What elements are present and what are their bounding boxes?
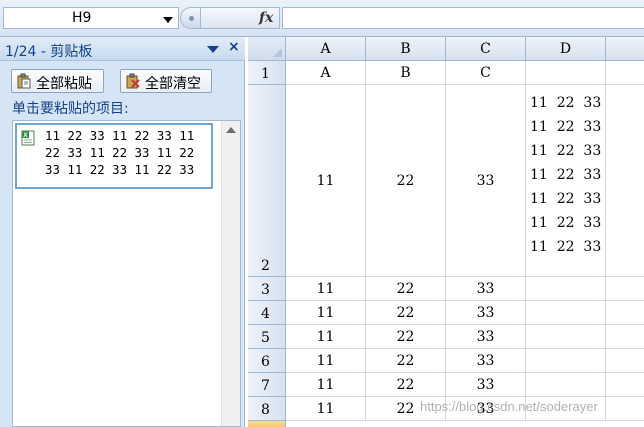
cell-c4[interactable]: 33 (446, 301, 526, 325)
row-header-4[interactable]: 4 (248, 301, 286, 325)
name-box-value: H9 (72, 10, 92, 26)
cell-a6[interactable]: 11 (286, 349, 366, 373)
cell-e2[interactable] (606, 85, 644, 277)
excel-icon: X (21, 130, 35, 146)
cell-a2[interactable]: 11 (286, 85, 366, 277)
formula-bar: H9 fx (0, 0, 644, 37)
paste-all-label: 全部粘贴 (36, 76, 92, 92)
name-box-dropdown-icon[interactable] (163, 17, 173, 23)
insert-function-button[interactable]: fx (200, 7, 280, 29)
row-header-9[interactable] (248, 421, 286, 427)
clear-all-label: 全部清空 (145, 76, 201, 92)
cell-c7[interactable]: 33 (446, 373, 526, 397)
scroll-up-icon[interactable] (226, 127, 236, 133)
pane-options-dropdown-icon[interactable] (207, 46, 219, 53)
clipboard-prompt: 单击要粘贴的项目: (12, 101, 129, 117)
cell-a3[interactable]: 11 (286, 277, 366, 301)
cell-c1[interactable]: C (446, 61, 526, 85)
clipboard-scrollbar[interactable] (221, 121, 240, 426)
cell-c6[interactable]: 33 (446, 349, 526, 373)
cell-d3[interactable] (526, 277, 606, 301)
select-all-button[interactable] (248, 37, 286, 61)
cell-e1[interactable] (606, 61, 644, 85)
cell-a1[interactable]: A (286, 61, 366, 85)
cell-d4[interactable] (526, 301, 606, 325)
splitter-handle-icon (189, 16, 194, 21)
column-header-d[interactable]: D (526, 37, 606, 61)
row-header-2[interactable]: 2 (248, 85, 286, 277)
fx-icon: fx (259, 10, 274, 26)
row-header-6[interactable]: 6 (248, 349, 286, 373)
cell-e8[interactable] (606, 397, 644, 421)
row-header-8[interactable]: 8 (248, 397, 286, 421)
cell-e7[interactable] (606, 373, 644, 397)
column-header-c[interactable]: C (446, 37, 526, 61)
cell-c3[interactable]: 33 (446, 277, 526, 301)
cell-e6[interactable] (606, 349, 644, 373)
cell-b2[interactable]: 22 (366, 85, 446, 277)
clipboard-pane-title: 1/24 - 剪贴板 (5, 44, 93, 60)
cell-b6[interactable]: 22 (366, 349, 446, 373)
cell-b7[interactable]: 22 (366, 373, 446, 397)
column-header-e[interactable] (606, 37, 644, 61)
cell-a8[interactable]: 11 (286, 397, 366, 421)
cell-d2[interactable]: 11 22 33 11 22 33 11 22 33 11 22 33 11 2… (526, 85, 606, 277)
paste-all-button[interactable]: 全部粘贴 (11, 69, 104, 93)
cell-c2[interactable]: 33 (446, 85, 526, 277)
row-header-5[interactable]: 5 (248, 325, 286, 349)
select-all-triangle-icon (273, 48, 282, 57)
clear-all-button[interactable]: 全部清空 (120, 69, 212, 93)
cell-b5[interactable]: 22 (366, 325, 446, 349)
clipboard-item-list: X 11 22 33 11 22 33 11 22 33 11 22 33 11… (12, 120, 241, 427)
cell-a4[interactable]: 11 (286, 301, 366, 325)
cell-d6[interactable] (526, 349, 606, 373)
row-header-3[interactable]: 3 (248, 277, 286, 301)
cell-d7[interactable] (526, 373, 606, 397)
clipboard-item-text: 11 22 33 11 22 33 11 22 33 11 22 33 11 2… (45, 128, 195, 177)
cell-b4[interactable]: 22 (366, 301, 446, 325)
formula-input[interactable] (282, 7, 644, 29)
clipboard-item[interactable]: X 11 22 33 11 22 33 11 22 33 11 22 33 11… (15, 123, 213, 189)
column-header-b[interactable]: B (366, 37, 446, 61)
clipboard-pane: 1/24 - 剪贴板 × 全部粘贴 全部清空 单击要粘贴的项目: X 11 22… (0, 37, 245, 427)
name-box[interactable]: H9 (3, 7, 179, 29)
row-header-7[interactable]: 7 (248, 373, 286, 397)
watermark: https://blog.csdn.net/soderayer (420, 399, 598, 414)
cell-e5[interactable] (606, 325, 644, 349)
cell-d5[interactable] (526, 325, 606, 349)
column-header-a[interactable]: A (286, 37, 366, 61)
clear-all-icon (126, 73, 140, 89)
cell-b3[interactable]: 22 (366, 277, 446, 301)
formula-bar-splitter[interactable] (180, 7, 200, 29)
cell-c5[interactable]: 33 (446, 325, 526, 349)
cell-e4[interactable] (606, 301, 644, 325)
cell-e3[interactable] (606, 277, 644, 301)
cell-d1[interactable] (526, 61, 606, 85)
paste-all-icon (17, 73, 31, 89)
row-header-1[interactable]: 1 (248, 61, 286, 85)
clipboard-pane-header: 1/24 - 剪贴板 × (0, 37, 245, 61)
cell-a7[interactable]: 11 (286, 373, 366, 397)
cell-a5[interactable]: 11 (286, 325, 366, 349)
cell-b1[interactable]: B (366, 61, 446, 85)
spreadsheet-grid: A B C D 1 A B C 2 11 22 33 11 22 33 11 2… (248, 37, 644, 427)
close-icon[interactable]: × (228, 39, 240, 55)
svg-text:X: X (23, 132, 28, 139)
